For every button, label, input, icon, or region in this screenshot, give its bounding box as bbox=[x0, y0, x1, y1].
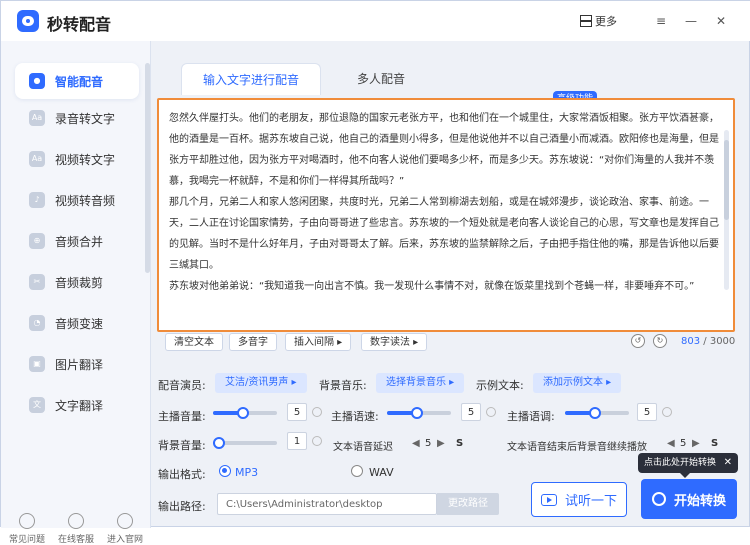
mp3-radio[interactable] bbox=[219, 465, 231, 477]
bg-volume-label: 背景音量: bbox=[158, 439, 206, 452]
volume-label: 主播音量: bbox=[158, 410, 206, 423]
slider-knob[interactable] bbox=[213, 437, 225, 449]
reset-icon[interactable] bbox=[486, 407, 496, 417]
sidebar-item-video-to-audio[interactable]: ♪ 视频转音频 bbox=[29, 190, 115, 210]
reset-icon[interactable] bbox=[312, 436, 322, 446]
app-title: 秒转配音 bbox=[47, 15, 112, 34]
app-window: 秒转配音 更多 ≡ — ✕ ● 智能配音 Aa 录音转文字 Aa 视频转文字 ♪… bbox=[0, 0, 750, 545]
volume-slider[interactable] bbox=[213, 407, 277, 419]
format-label: 输出格式: bbox=[158, 468, 206, 481]
after-label: 文本语音结束后背景音继续播放 bbox=[507, 442, 647, 453]
example-select[interactable]: 添加示例文本 ▸ bbox=[533, 373, 622, 393]
close-button[interactable]: ✕ bbox=[711, 11, 731, 31]
delay-decrease[interactable]: ◀ bbox=[412, 438, 420, 449]
slider-knob[interactable] bbox=[411, 407, 423, 419]
menu-icon[interactable]: ≡ bbox=[651, 11, 671, 31]
undo-icon[interactable]: ↺ bbox=[631, 334, 645, 348]
sidebar: ● 智能配音 Aa 录音转文字 Aa 视频转文字 ♪ 视频转音频 ⊕ 音频合并 … bbox=[1, 41, 151, 545]
music-label: 背景音乐: bbox=[319, 379, 367, 392]
start-convert-button[interactable]: 开始转换 bbox=[641, 479, 737, 519]
video-text-icon: Aa bbox=[29, 151, 45, 167]
example-label: 示例文本: bbox=[476, 379, 524, 392]
sidebar-item-text-translate[interactable]: 文 文字翻译 bbox=[29, 395, 103, 415]
app-logo-icon bbox=[17, 10, 39, 32]
voice-select[interactable]: 艾洁/资讯男声 ▸ bbox=[215, 373, 307, 393]
char-count: 803 / 3000 bbox=[681, 336, 736, 347]
try-listen-button[interactable]: 试听一下 bbox=[531, 482, 627, 517]
slider-knob[interactable] bbox=[237, 407, 249, 419]
sidebar-item-audio-speed[interactable]: ◔ 音频变速 bbox=[29, 313, 103, 333]
pitch-label: 主播语调: bbox=[507, 410, 555, 423]
tab-bar: 输入文字进行配音 多人配音 bbox=[161, 63, 737, 95]
speed-label: 主播语速: bbox=[331, 410, 379, 423]
video-audio-icon: ♪ bbox=[29, 192, 45, 208]
slider-knob[interactable] bbox=[589, 407, 601, 419]
layers-icon bbox=[579, 15, 591, 27]
sidebar-item-smart-dub[interactable]: ● 智能配音 bbox=[29, 71, 103, 91]
audio-text-icon: Aa bbox=[29, 110, 45, 126]
tab-text-dub[interactable]: 输入文字进行配音 bbox=[181, 63, 321, 95]
speed-value[interactable]: 5 bbox=[461, 403, 481, 421]
tab-multi-dub[interactable]: 多人配音 bbox=[321, 63, 441, 95]
sidebar-item-audio-cut[interactable]: ✂ 音频裁剪 bbox=[29, 272, 103, 292]
footer-faq[interactable]: 常见问题 bbox=[7, 513, 47, 545]
sidebar-item-video-to-text[interactable]: Aa 视频转文字 bbox=[29, 149, 115, 169]
number-reading-button[interactable]: 数字读法 ▸ bbox=[361, 333, 428, 351]
delay-increase[interactable]: ▶ bbox=[437, 438, 445, 449]
mp3-label: MP3 bbox=[235, 466, 259, 479]
editor-paragraph: 苏东坡对他弟弟说：“我知道我一向出言不慎。我一发现什么事情不对，就像在饭菜里找到… bbox=[169, 281, 695, 292]
delay-unit: S bbox=[456, 438, 464, 449]
wav-label: WAV bbox=[369, 466, 394, 479]
speed-slider[interactable] bbox=[387, 407, 451, 419]
start-tooltip: 点击此处开始转换 ✕ bbox=[638, 453, 738, 478]
bg-volume-value[interactable]: 1 bbox=[287, 432, 307, 450]
image-icon: ▣ bbox=[29, 356, 45, 372]
pitch-value[interactable]: 5 bbox=[637, 403, 657, 421]
reset-icon[interactable] bbox=[662, 407, 672, 417]
play-icon bbox=[540, 493, 557, 506]
bg-volume-slider[interactable] bbox=[213, 437, 277, 449]
convert-icon bbox=[651, 492, 666, 506]
speed-icon: ◔ bbox=[29, 315, 45, 331]
reset-icon[interactable] bbox=[312, 407, 322, 417]
after-unit: S bbox=[711, 438, 719, 449]
path-label: 输出路径: bbox=[158, 500, 206, 513]
text-editor[interactable]: 忽然久伴屋打头。他们的老朋友，那位退隐的国家元老张方平，也和他们在一个城里住，大… bbox=[157, 98, 735, 332]
change-path-button[interactable]: 更改路径 bbox=[437, 493, 499, 515]
translate-icon: 文 bbox=[29, 397, 45, 413]
polyphone-button[interactable]: 多音字 bbox=[229, 333, 277, 351]
editor-paragraph: 忽然久伴屋打头。他们的老朋友，那位退隐的国家元老张方平，也和他们在一个城里住，大… bbox=[169, 113, 719, 187]
footer-support[interactable]: 在线客服 bbox=[56, 513, 96, 545]
after-decrease[interactable]: ◀ bbox=[667, 438, 675, 449]
after-increase[interactable]: ▶ bbox=[692, 438, 700, 449]
redo-icon[interactable]: ↻ bbox=[653, 334, 667, 348]
after-value: 5 bbox=[680, 438, 687, 449]
sidebar-item-audio-to-text[interactable]: Aa 录音转文字 bbox=[29, 108, 115, 128]
more-menu[interactable]: 更多 bbox=[579, 13, 617, 29]
editor-scroll-thumb[interactable] bbox=[724, 140, 729, 220]
insert-pause-button[interactable]: 插入间隔 ▸ bbox=[285, 333, 352, 351]
delay-label: 文本语音延迟 bbox=[333, 442, 393, 453]
sidebar-item-image-translate[interactable]: ▣ 图片翻译 bbox=[29, 354, 103, 374]
output-path-input[interactable]: C:\Users\Administrator\desktop bbox=[217, 493, 437, 515]
sidebar-scrollbar[interactable] bbox=[145, 63, 150, 273]
delay-value: 5 bbox=[425, 438, 432, 449]
wav-radio[interactable] bbox=[351, 465, 363, 477]
merge-icon: ⊕ bbox=[29, 233, 45, 249]
voice-label: 配音演员: bbox=[158, 379, 206, 392]
tooltip-close-icon[interactable]: ✕ bbox=[724, 453, 732, 473]
editor-paragraph: 那几个月，兄弟二人和家人悠闲团聚，共度时光，兄弟二人常到柳湖去划船，或是在城郊漫… bbox=[169, 197, 719, 271]
minimize-button[interactable]: — bbox=[681, 11, 701, 31]
volume-value[interactable]: 5 bbox=[287, 403, 307, 421]
sidebar-item-audio-merge[interactable]: ⊕ 音频合并 bbox=[29, 231, 103, 251]
footer-website[interactable]: 进入官网 bbox=[105, 513, 145, 545]
clear-text-button[interactable]: 清空文本 bbox=[165, 333, 223, 351]
scissors-icon: ✂ bbox=[29, 274, 45, 290]
music-select[interactable]: 选择背景音乐 ▸ bbox=[376, 373, 465, 393]
title-bar: 秒转配音 更多 ≡ — ✕ bbox=[1, 1, 750, 41]
pitch-slider[interactable] bbox=[565, 407, 629, 419]
search-icon: ● bbox=[29, 73, 45, 89]
